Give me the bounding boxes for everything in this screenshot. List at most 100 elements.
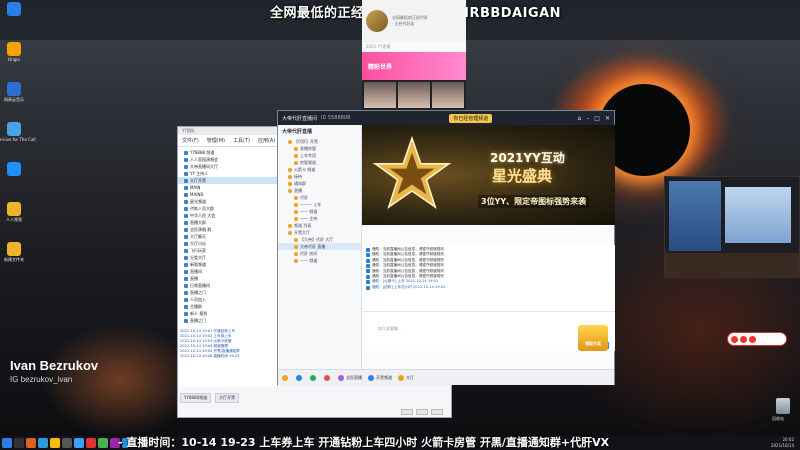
- channel-item[interactable]: 【代肝】开黑: [278, 138, 361, 145]
- desktop-icon[interactable]: Love-Live for The Call: [0, 122, 36, 158]
- phone-video-thumbs[interactable]: [362, 80, 466, 110]
- channel-item[interactable]: —— 频道: [278, 208, 361, 215]
- side-toolbar[interactable]: [727, 332, 787, 346]
- ok-button[interactable]: [401, 409, 413, 415]
- channel-item[interactable]: 大帝代肝 直播: [278, 243, 361, 250]
- gift-icon[interactable]: [740, 335, 747, 343]
- bottom-bar-item[interactable]: [282, 374, 290, 381]
- tree-item[interactable]: 直播: [178, 275, 277, 282]
- channel-item[interactable]: 直播房管: [278, 145, 361, 152]
- bottom-bar-item[interactable]: 开黑频道: [368, 374, 392, 381]
- channel-item[interactable]: —— 主持: [278, 215, 361, 222]
- cancel-button[interactable]: [416, 409, 428, 415]
- channel-item[interactable]: 通知群: [278, 180, 361, 187]
- desktop-icon[interactable]: [2, 2, 26, 38]
- tree-item[interactable]: 直播之门: [178, 317, 277, 324]
- channel-item[interactable]: 直播: [278, 187, 361, 194]
- yy-live-window[interactable]: 大帝代肝直播间 ID 5588808 你已经管理频道 ⌂ – □ ✕ 大帝代肝直…: [277, 110, 615, 385]
- presenter-credit: Ivan Bezrukov IG bezrukov_ivan: [10, 358, 98, 384]
- star-icon[interactable]: [749, 335, 756, 343]
- chat-input[interactable]: 和大家聊聊...: [378, 326, 402, 331]
- tree-item[interactable]: 大厅开黑: [178, 177, 277, 184]
- channel-item[interactable]: 开黑大厅: [278, 229, 361, 236]
- menu-item[interactable]: 文件(F): [182, 137, 199, 144]
- tree-item[interactable]: 人员加入: [178, 296, 277, 303]
- tree-item[interactable]: 新版频道: [178, 261, 277, 268]
- channel-item[interactable]: 一一一 上车: [278, 201, 361, 208]
- group-icon: [184, 164, 188, 169]
- channel-item[interactable]: 代肝: [278, 194, 361, 201]
- bottom-bar-item[interactable]: [324, 374, 332, 381]
- taskbar-app-icon[interactable]: [38, 438, 48, 448]
- recycle-bin-icon[interactable]: [776, 398, 790, 414]
- channel-item[interactable]: 接待: [278, 173, 361, 180]
- tree-item[interactable]: 直播大群: [178, 219, 277, 226]
- group-icon: [184, 290, 188, 295]
- channel-item[interactable]: 代肝 房间: [278, 250, 361, 257]
- bottom-bar-item[interactable]: [296, 374, 304, 381]
- channel-item[interactable]: 火箭卡 频道: [278, 166, 361, 173]
- desktop-icon[interactable]: 网易云音乐: [2, 82, 26, 118]
- tab[interactable]: 大厅开黑: [215, 393, 240, 403]
- bottom-bar-item[interactable]: [310, 374, 318, 381]
- tree-item[interactable]: 直播间: [178, 268, 277, 275]
- desktop-icon[interactable]: [2, 162, 26, 198]
- tree-item-label: 中华人民 大会: [190, 213, 216, 218]
- tab[interactable]: YY8888频道: [180, 393, 212, 403]
- tree-item[interactable]: 大厅讨论: [178, 240, 277, 247]
- channel-item[interactable]: 上车专用: [278, 152, 361, 159]
- desktop-icon[interactable]: Origin: [2, 42, 26, 78]
- desktop-icon[interactable]: 新建文件夹: [2, 242, 26, 278]
- minimize-icon[interactable]: –: [586, 115, 589, 122]
- tree-item[interactable]: MAINB: [178, 191, 277, 198]
- taskbar-app-icon[interactable]: [14, 438, 24, 448]
- tree-item-label: 人人家园演唱会: [190, 157, 218, 162]
- tree-item[interactable]: 飞行玩家: [178, 247, 277, 254]
- tree-item[interactable]: 星光频道: [178, 198, 277, 205]
- bottom-bar-item[interactable]: 全民直播: [338, 374, 362, 381]
- maximize-icon[interactable]: □: [594, 115, 600, 122]
- taskbar-app-icon[interactable]: [98, 438, 108, 448]
- taskbar-app-icon[interactable]: [2, 438, 12, 448]
- tree-item[interactable]: YY 主持人: [178, 170, 277, 177]
- live-stage[interactable]: 2021YY互动 星光盛典 3位YY、限定帝图标强势来袭: [362, 125, 615, 225]
- tree-item[interactable]: 全民演唱 群: [178, 226, 277, 233]
- home-icon[interactable]: ⌂: [577, 115, 581, 122]
- channel-item[interactable]: —— 频道: [278, 257, 361, 264]
- tree-item[interactable]: 日常直播间: [178, 282, 277, 289]
- tree-item[interactable]: YY8888 频道: [178, 149, 277, 156]
- tree-item[interactable]: 大帝直播间大厅: [178, 163, 277, 170]
- channel-item[interactable]: 频道 列表: [278, 222, 361, 229]
- channel-item[interactable]: 【大帝】代肝 大厅: [278, 236, 361, 243]
- tree-item[interactable]: 直播之门: [178, 289, 277, 296]
- gift-badge[interactable]: 领取大奖: [578, 325, 608, 351]
- phone-promo[interactable]: 精彩世界: [362, 52, 466, 80]
- schedule-ticker: - 直播时间：10-14 19-23 上车券上车 开通钻粉上车四小时 火箭卡房管…: [118, 436, 610, 449]
- taskbar-app-icon[interactable]: [74, 438, 84, 448]
- tree-item[interactable]: 代练人员大群: [178, 205, 277, 212]
- taskbar-app-icon[interactable]: [26, 438, 36, 448]
- close-icon[interactable]: ✕: [605, 115, 610, 122]
- system-clock[interactable]: 20:02 2021/10/14: [771, 437, 794, 449]
- menu-item[interactable]: 管理(M): [207, 137, 225, 144]
- fire-icon[interactable]: [731, 335, 738, 343]
- tree-item[interactable]: 分类大厅: [178, 254, 277, 261]
- desktop-icon[interactable]: 人人视频: [2, 202, 26, 238]
- apply-button[interactable]: [431, 409, 443, 415]
- tree-item[interactable]: 人人家园演唱会: [178, 156, 277, 163]
- tree-item[interactable]: MAIN: [178, 184, 277, 191]
- tree-item[interactable]: 大厅聊天: [178, 233, 277, 240]
- tree-item[interactable]: 主播群: [178, 303, 277, 310]
- menu-item[interactable]: 工具(T): [233, 137, 250, 144]
- channel-item-label: 一一一 上车: [300, 202, 322, 207]
- hot-badge[interactable]: 你已经管理频道: [449, 113, 493, 123]
- taskbar-app-icon[interactable]: [50, 438, 60, 448]
- tree-item[interactable]: 中华人民 大会: [178, 212, 277, 219]
- tree-item[interactable]: 新人 报到: [178, 310, 277, 317]
- menu-item[interactable]: 应用(A): [258, 137, 275, 144]
- folder-icon: [7, 202, 21, 216]
- taskbar-app-icon[interactable]: [86, 438, 96, 448]
- channel-item[interactable]: 房管频道: [278, 159, 361, 166]
- taskbar-app-icon[interactable]: [62, 438, 72, 448]
- bottom-bar-item[interactable]: 大厅: [398, 374, 414, 381]
